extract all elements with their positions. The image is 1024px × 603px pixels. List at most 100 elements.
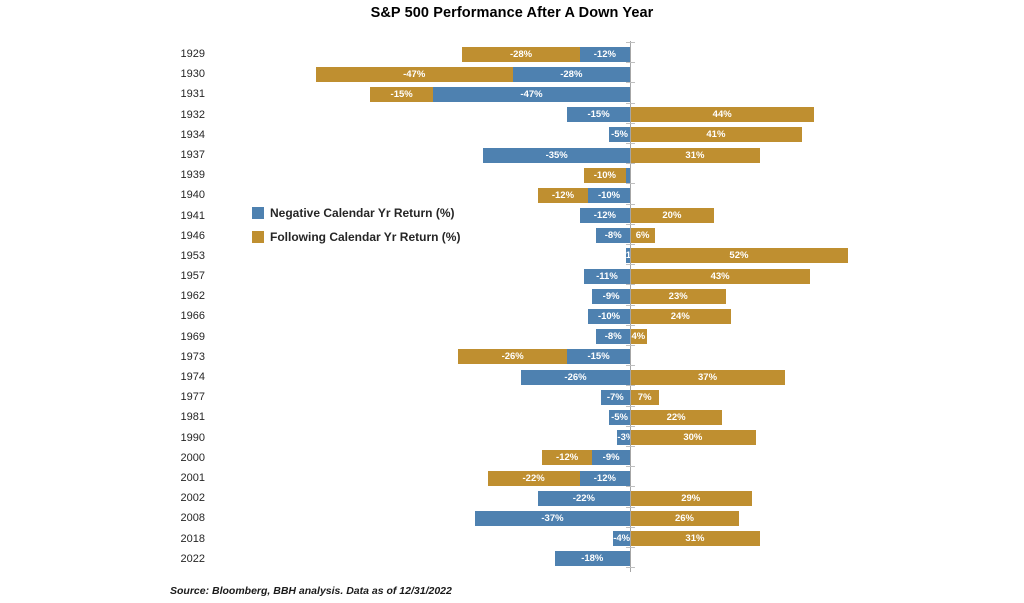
bar-negative-return[interactable]: -5% — [609, 409, 630, 425]
bar-negative-return[interactable]: -28% — [512, 66, 630, 82]
bar-following-return[interactable]: 44% — [630, 107, 815, 123]
bar-following-return[interactable]: 43% — [630, 268, 811, 284]
bar-value-label: 26% — [674, 512, 694, 524]
chart-row: 1946 -8% 6% — [0, 226, 1024, 246]
bar-value-label: -37% — [541, 512, 564, 524]
bar-following-return[interactable]: -12% — [537, 187, 589, 203]
bar-following-return[interactable]: 6% — [630, 228, 656, 244]
bar-value-label: -26% — [501, 351, 524, 363]
chart-row: 1929 -12% -28% — [0, 44, 1024, 64]
axis-tick — [626, 345, 635, 346]
bar-negative-return[interactable]: -12% — [579, 46, 630, 62]
bar-negative-return[interactable]: -10% — [588, 187, 630, 203]
bar-value-label: 22% — [666, 411, 686, 423]
bar-negative-return[interactable]: -15% — [567, 349, 630, 365]
bar-value-label: 43% — [710, 270, 730, 282]
bar-negative-return[interactable]: -22% — [537, 490, 630, 506]
bar-track: -5% 41% — [0, 125, 1024, 145]
axis-tick — [626, 183, 635, 185]
bar-track: -10% -12% — [0, 185, 1024, 205]
bar-negative-return[interactable]: -5% — [609, 127, 630, 143]
axis-tick — [626, 223, 635, 225]
bar-value-label: -3% — [617, 432, 635, 444]
bar-negative-return[interactable]: -8% — [596, 329, 630, 345]
bar-following-return[interactable]: 4% — [630, 329, 647, 345]
bar-following-return[interactable]: 29% — [630, 490, 752, 506]
bar-following-return[interactable]: 52% — [630, 248, 848, 264]
bar-negative-return[interactable]: -9% — [592, 450, 630, 466]
bar-following-return[interactable]: 30% — [630, 430, 756, 446]
bar-track: -35% 31% — [0, 145, 1024, 165]
bar-value-label: 24% — [670, 311, 690, 323]
bar-negative-return[interactable]: -9% — [592, 288, 630, 304]
chart-row: 1962 -9% 23% — [0, 286, 1024, 306]
legend-item-following[interactable]: Following Calendar Yr Return (%) — [252, 227, 460, 247]
bar-following-return[interactable]: -22% — [487, 470, 580, 486]
bar-negative-return[interactable]: -8% — [596, 228, 630, 244]
bar-following-return[interactable]: 31% — [630, 531, 760, 547]
bar-following-return[interactable]: 20% — [630, 208, 714, 224]
bar-following-return[interactable]: -47% — [315, 66, 513, 82]
bar-negative-return[interactable]: -15% — [567, 107, 630, 123]
bar-negative-return[interactable]: -47% — [433, 86, 630, 102]
bar-following-return[interactable]: 41% — [630, 127, 802, 143]
axis-tick — [626, 446, 635, 447]
bar-negative-return[interactable]: -37% — [474, 510, 630, 526]
bar-following-return[interactable]: 7% — [630, 389, 660, 405]
chart-row: 2018 -4% 31% — [0, 529, 1024, 549]
bar-value-label: -15% — [587, 109, 610, 121]
bar-value-label: 44% — [712, 109, 732, 121]
bar-following-return[interactable]: -15% — [370, 86, 434, 102]
bar-following-return[interactable]: 31% — [630, 147, 760, 163]
bar-value-label: -15% — [587, 351, 610, 363]
axis-tick — [626, 143, 635, 144]
bar-negative-return[interactable]: -4% — [613, 531, 630, 547]
bar-following-return[interactable]: -28% — [462, 46, 580, 62]
bar-negative-return[interactable]: -10% — [588, 309, 630, 325]
bar-negative-return[interactable]: -3% — [617, 430, 635, 446]
legend-label-negative: Negative Calendar Yr Return (%) — [270, 206, 455, 220]
bar-track: -37% 26% — [0, 508, 1024, 528]
bar-value-label: -22% — [572, 492, 595, 504]
bar-following-return[interactable]: -26% — [458, 349, 568, 365]
bar-value-label: 30% — [683, 432, 703, 444]
chart-row: 1981 -5% 22% — [0, 407, 1024, 427]
bar-track: -22% 29% — [0, 488, 1024, 508]
bar-track: -10% — [0, 165, 1024, 185]
bar-negative-return[interactable]: -18% — [554, 551, 630, 567]
bar-value-label: -47% — [403, 68, 426, 80]
bar-following-return[interactable]: 23% — [630, 288, 727, 304]
bar-value-label: 6% — [635, 230, 650, 242]
bar-negative-return[interactable]: -11% — [583, 268, 630, 284]
bar-following-return[interactable]: 26% — [630, 510, 739, 526]
bar-value-label: -10% — [597, 189, 621, 201]
axis-tick — [626, 304, 635, 306]
bar-negative-return[interactable]: -12% — [579, 208, 630, 224]
bar-negative-return[interactable]: -35% — [483, 147, 630, 163]
axis-tick — [626, 42, 635, 43]
bar-track: -26% 37% — [0, 367, 1024, 387]
bar-following-return[interactable]: 24% — [630, 309, 731, 325]
bar-following-return[interactable]: 22% — [630, 409, 723, 425]
bar-track: -28% -47% — [0, 64, 1024, 84]
bar-value-label: -8% — [604, 331, 622, 343]
bar-value-label: -26% — [564, 371, 587, 383]
bar-following-return[interactable]: -12% — [542, 450, 593, 466]
bar-negative-return[interactable]: -7% — [600, 389, 630, 405]
legend-swatch-following-icon — [252, 231, 264, 243]
axis-tick — [626, 526, 635, 528]
bar-following-return[interactable]: 37% — [630, 369, 786, 385]
axis-tick — [626, 324, 635, 326]
axis-tick — [626, 385, 635, 387]
axis-tick — [626, 567, 635, 569]
chart-row: 2002 -22% 29% — [0, 488, 1024, 508]
bar-negative-return[interactable]: -26% — [521, 369, 630, 385]
bar-value-label: -7% — [606, 391, 624, 403]
bar-following-return[interactable]: -10% — [583, 167, 626, 183]
bar-track: -47% -15% — [0, 84, 1024, 104]
bar-negative-return[interactable]: -12% — [579, 470, 630, 486]
legend-item-negative[interactable]: Negative Calendar Yr Return (%) — [252, 203, 460, 223]
source-note: Source: Bloomberg, BBH analysis. Data as… — [170, 585, 452, 597]
chart-legend: Negative Calendar Yr Return (%) Followin… — [252, 203, 460, 251]
bar-value-label: -35% — [545, 149, 568, 161]
